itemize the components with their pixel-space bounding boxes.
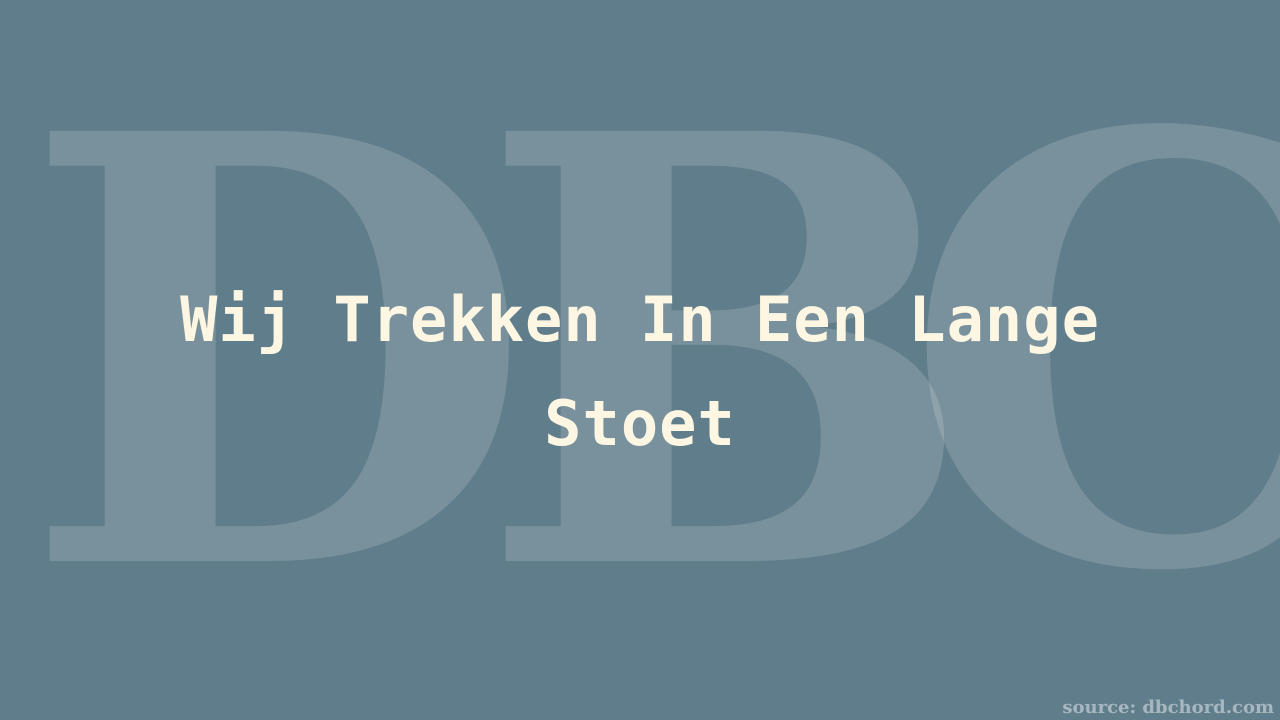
song-title: Wij Trekken In Een Lange Stoet	[180, 283, 1100, 460]
source-credit: source: dbchord.com	[1062, 697, 1274, 718]
